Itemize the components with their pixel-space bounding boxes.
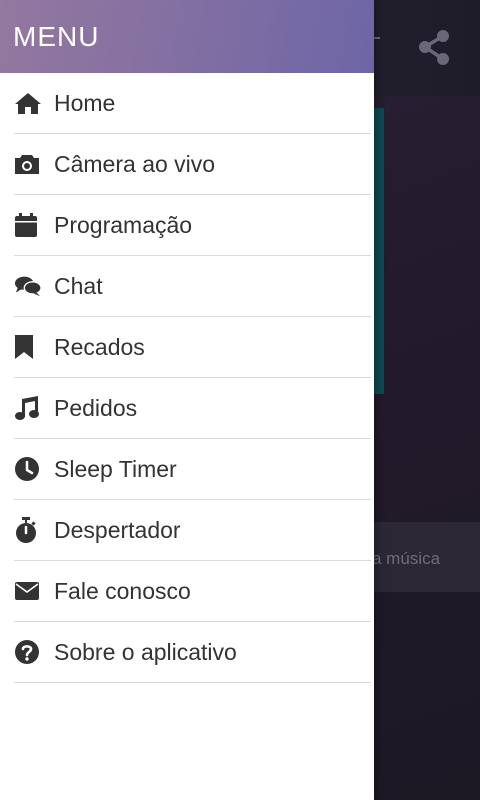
menu-item-messages[interactable]: Recados — [14, 317, 371, 378]
camera-icon — [14, 150, 42, 178]
menu-item-requests[interactable]: Pedidos — [14, 378, 371, 439]
menu-item-label: Despertador — [54, 516, 181, 543]
menu-item-label: Chat — [54, 272, 103, 299]
envelope-icon — [14, 577, 42, 605]
background-player-panel — [374, 108, 384, 394]
chat-icon — [14, 272, 42, 300]
menu-item-label: Recados — [54, 333, 145, 360]
clock-icon — [14, 455, 42, 483]
bookmark-icon — [14, 333, 42, 361]
menu-item-alarm[interactable]: Despertador — [14, 500, 371, 561]
menu-item-sleep-timer[interactable]: Sleep Timer — [14, 439, 371, 500]
menu-item-label: Fale conosco — [54, 577, 191, 604]
background-track-text: a música — [372, 549, 441, 568]
stopwatch-icon — [14, 516, 42, 544]
menu-item-label: Sleep Timer — [54, 455, 177, 482]
menu-item-home[interactable]: Home — [14, 73, 371, 134]
menu-item-contact[interactable]: Fale conosco — [14, 561, 371, 622]
drawer-header: MENU — [0, 0, 374, 73]
drawer-title: MENU — [13, 21, 100, 52]
menu-item-label: Pedidos — [54, 394, 138, 421]
home-icon — [14, 89, 42, 117]
menu-item-camera[interactable]: Câmera ao vivo — [14, 134, 371, 195]
menu-item-label: Home — [54, 89, 116, 116]
menu-item-label: Sobre o aplicativo — [54, 638, 237, 665]
menu-item-label: Câmera ao vivo — [54, 150, 216, 177]
navigation-drawer: MENU Home Câmera ao vivo Programação Cha… — [0, 0, 374, 800]
music-icon — [14, 394, 42, 422]
share-icon[interactable] — [414, 28, 454, 68]
calendar-icon — [14, 211, 42, 239]
menu-item-about[interactable]: Sobre o aplicativo — [14, 622, 371, 683]
menu-list: Home Câmera ao vivo Programação Chat Rec… — [0, 73, 374, 683]
menu-item-label: Programação — [54, 211, 193, 238]
question-icon — [14, 638, 42, 666]
menu-item-chat[interactable]: Chat — [14, 256, 371, 317]
menu-item-schedule[interactable]: Programação — [14, 195, 371, 256]
